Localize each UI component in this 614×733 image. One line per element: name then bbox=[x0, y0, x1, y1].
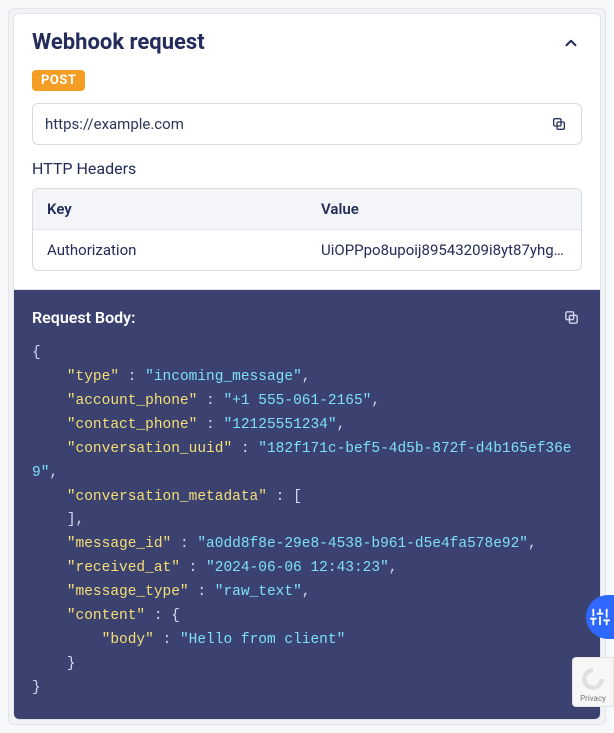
headers-table: Key Value Authorization UiOPPpo8upoij895… bbox=[32, 188, 582, 271]
recaptcha-privacy-text: Privacy bbox=[580, 694, 606, 703]
card-header: Webhook request bbox=[14, 14, 600, 69]
header-key: Authorization bbox=[33, 230, 307, 270]
http-headers-label: HTTP Headers bbox=[32, 159, 582, 178]
url-field: https://example.com bbox=[32, 103, 582, 145]
copy-url-icon[interactable] bbox=[549, 114, 569, 134]
table-row: Authorization UiOPPpo8upoij89543209i8yt8… bbox=[33, 230, 581, 270]
request-body-label: Request Body: bbox=[32, 308, 135, 327]
col-key: Key bbox=[33, 189, 307, 229]
url-text: https://example.com bbox=[45, 115, 549, 133]
request-body-json: { "type" : "incoming_message", "account_… bbox=[32, 342, 582, 701]
request-body-panel: Request Body: { "type" : "incoming_messa… bbox=[14, 289, 600, 719]
chevron-up-icon[interactable] bbox=[560, 32, 582, 54]
recaptcha-badge: Privacy bbox=[572, 657, 614, 707]
http-method-badge: POST bbox=[32, 70, 85, 91]
headers-table-head: Key Value bbox=[33, 189, 581, 230]
col-value: Value bbox=[307, 189, 581, 229]
header-value: UiOPPpo8upoij89543209i8yt87yhgi... bbox=[307, 230, 581, 270]
card-title: Webhook request bbox=[32, 30, 205, 55]
webhook-request-card: Webhook request POST https://example.com… bbox=[13, 13, 601, 720]
copy-body-icon[interactable] bbox=[560, 306, 582, 328]
